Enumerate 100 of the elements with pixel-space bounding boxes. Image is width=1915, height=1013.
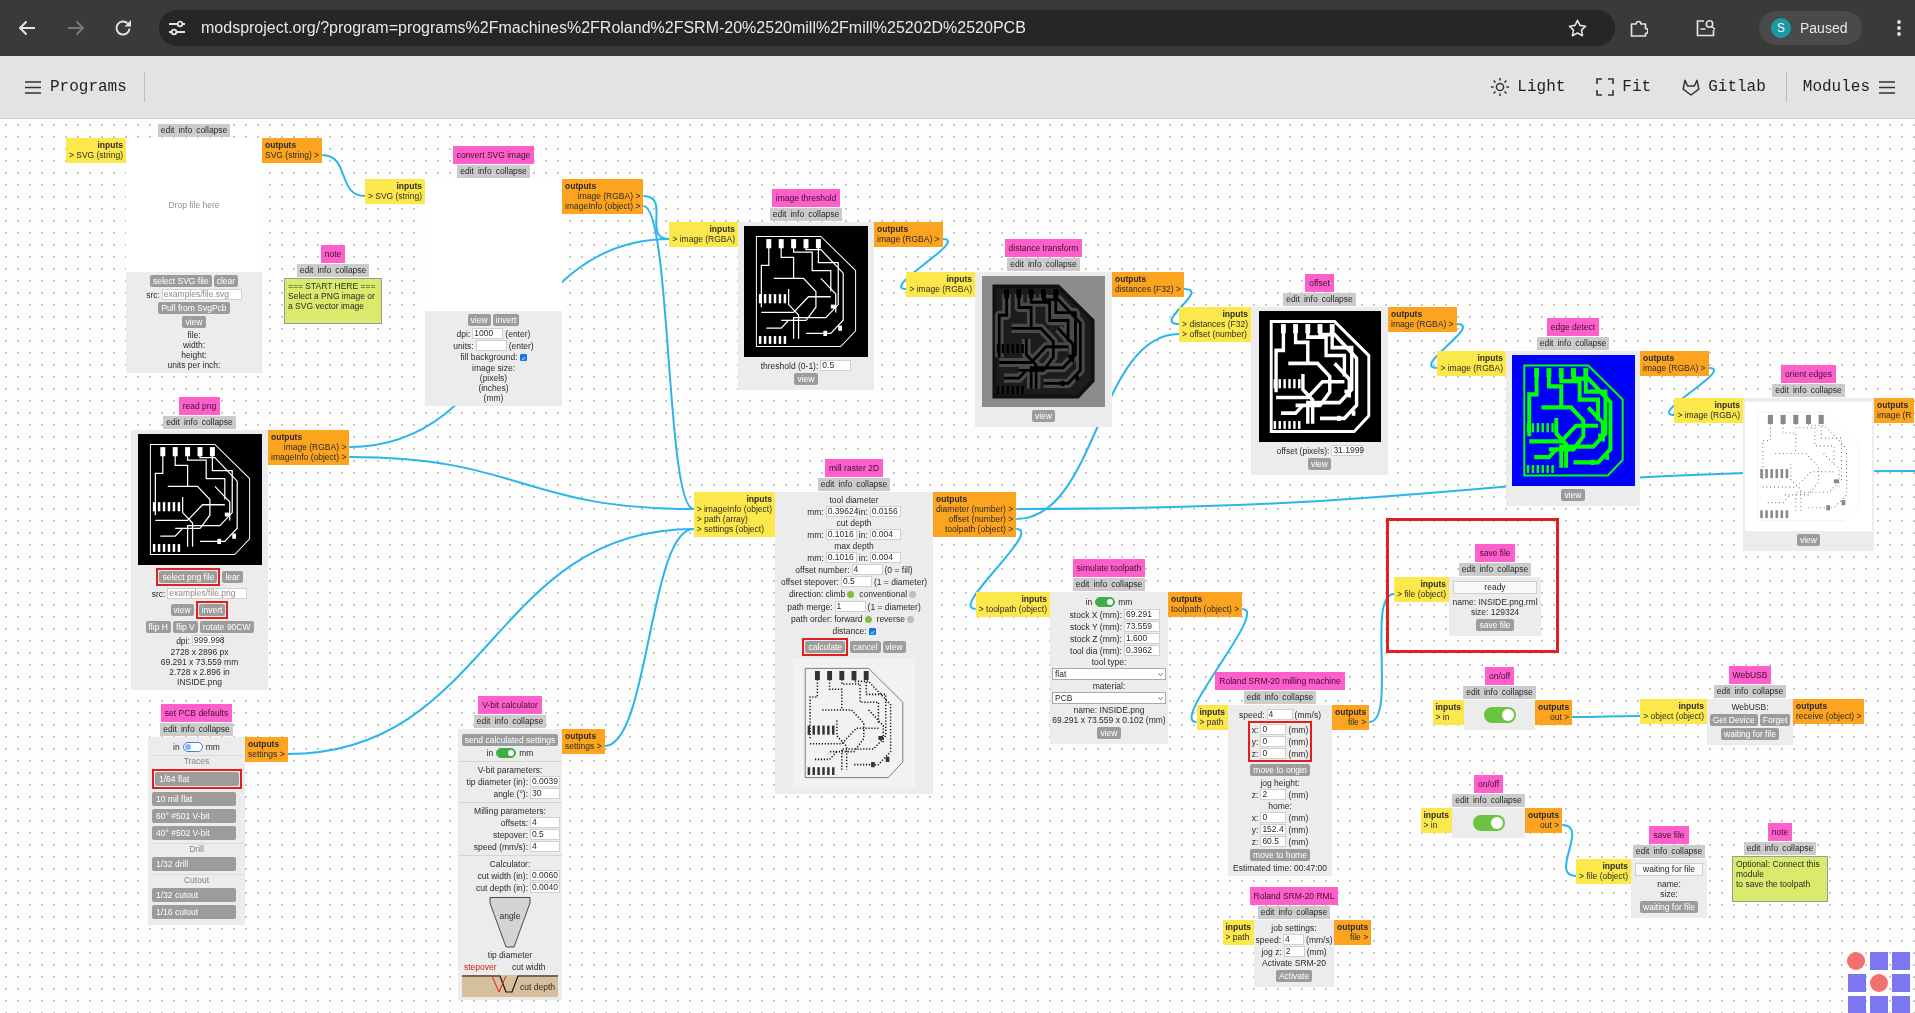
fox-head-icon[interactable]: [1682, 78, 1701, 96]
corner-brackets-icon[interactable]: [1596, 78, 1615, 96]
module-menu-link[interactable]: edit: [163, 723, 177, 736]
module-menu-link[interactable]: edit: [772, 208, 787, 221]
module-menu-link[interactable]: edit: [1539, 337, 1554, 350]
text-field[interactable]: 4: [1266, 709, 1293, 720]
module-menu-link[interactable]: collapse: [1810, 384, 1842, 397]
output-port[interactable]: distances (F32) >: [1115, 284, 1181, 294]
module-menu-link[interactable]: collapse: [196, 124, 228, 137]
text-field[interactable]: 0: [1260, 812, 1287, 823]
module-menu-link[interactable]: info: [1093, 578, 1108, 591]
gitlab-button[interactable]: Gitlab: [1682, 75, 1766, 99]
module-menu-link[interactable]: info: [317, 264, 332, 277]
output-port[interactable]: imageInfo (object) >: [271, 452, 347, 462]
text-field[interactable]: 0.5: [530, 829, 560, 840]
module-menu-link[interactable]: info: [1734, 685, 1749, 698]
select-field[interactable]: PCB: [1052, 692, 1166, 704]
text-field[interactable]: 4: [530, 841, 560, 852]
module-menu-link[interactable]: info: [1479, 563, 1494, 576]
output-port[interactable]: image (RGBA) >: [1643, 363, 1706, 373]
input-port[interactable]: > settings (object): [696, 524, 772, 534]
module-menu-link[interactable]: edit: [1466, 686, 1480, 699]
menu-icon[interactable]: [25, 80, 41, 94]
text-field[interactable]: 0.0039: [530, 776, 560, 787]
text-field[interactable]: 2: [1260, 789, 1287, 800]
input-port[interactable]: > in: [1435, 712, 1461, 722]
input-port[interactable]: > file (object): [1579, 871, 1628, 881]
text-field[interactable]: 30: [530, 788, 560, 799]
output-port[interactable]: offset (number) >: [936, 514, 1014, 524]
input-port[interactable]: > image (RGBA): [1677, 410, 1740, 420]
output-port[interactable]: file >: [1337, 932, 1369, 942]
module-menu-link[interactable]: collapse: [1282, 691, 1314, 704]
module-menu-link[interactable]: edit: [299, 264, 314, 277]
text-field[interactable]: 2: [1283, 946, 1305, 957]
module-menu-link[interactable]: edit: [1246, 691, 1261, 704]
input-port[interactable]: > SVG (string): [68, 150, 123, 160]
checkbox[interactable]: [519, 353, 527, 361]
module-menu-link[interactable]: collapse: [1752, 685, 1784, 698]
text-field[interactable]: 0.1016: [825, 529, 857, 540]
module-menu-link[interactable]: info: [1472, 794, 1487, 807]
module-menu-link[interactable]: collapse: [856, 478, 888, 491]
text-field[interactable]: 152.4: [1260, 824, 1287, 835]
module-menu-link[interactable]: info: [494, 715, 509, 728]
input-port[interactable]: > imageInfo (object): [696, 504, 772, 514]
input-port[interactable]: > SVG (string): [367, 191, 422, 201]
module-menu-link[interactable]: collapse: [495, 165, 527, 178]
module-menu-link[interactable]: edit: [1075, 578, 1090, 591]
reload-icon[interactable]: [114, 19, 132, 37]
output-port[interactable]: out >: [1538, 712, 1570, 722]
input-port[interactable]: > image (RGBA): [672, 234, 735, 244]
module-menu-link[interactable]: collapse: [1575, 337, 1607, 350]
output-port[interactable]: toolpath (object) >: [936, 524, 1014, 534]
star-icon[interactable]: [1568, 19, 1587, 37]
input-port[interactable]: > offset (number): [1182, 329, 1248, 339]
module-menu-link[interactable]: info: [1303, 293, 1318, 306]
text-field[interactable]: 1000: [472, 328, 504, 339]
module-menu-link[interactable]: info: [790, 208, 805, 221]
output-port[interactable]: imageInfo (object) >: [565, 201, 641, 211]
module-menu-link[interactable]: info: [477, 165, 492, 178]
module-menu-link[interactable]: info: [1278, 906, 1293, 919]
site-settings-icon[interactable]: [168, 20, 186, 36]
text-field[interactable]: 4: [1283, 934, 1305, 945]
module-menu-link[interactable]: edit: [160, 124, 175, 137]
toggle-switch[interactable]: [1472, 815, 1505, 831]
input-port[interactable]: > in: [1423, 820, 1449, 830]
radio-button[interactable]: [906, 615, 914, 623]
text-field[interactable]: 1: [834, 601, 866, 612]
radio-button[interactable]: [864, 615, 872, 623]
modules-menu-button[interactable]: Modules: [1802, 75, 1895, 99]
module-menu-link[interactable]: edit: [460, 165, 474, 178]
toggle-switch[interactable]: [182, 742, 203, 752]
module-menu-link[interactable]: info: [1483, 686, 1498, 699]
module-menu-link[interactable]: collapse: [1497, 563, 1529, 576]
module-menu-link[interactable]: edit: [1635, 845, 1650, 858]
output-port[interactable]: SVG (string) >: [265, 150, 320, 160]
output-port[interactable]: diameter (number) >: [936, 504, 1014, 514]
text-field[interactable]: examples/file.png: [167, 588, 248, 599]
note-textarea[interactable]: === START HERE === Select a PNG image or a SVG vector image: [284, 278, 382, 324]
text-field[interactable]: 999.998: [191, 635, 223, 646]
radio-button[interactable]: [909, 590, 917, 598]
checkbox[interactable]: [868, 627, 876, 635]
module-menu-link[interactable]: collapse: [335, 264, 367, 277]
text-field[interactable]: 31.1999: [1331, 445, 1363, 456]
note-textarea[interactable]: Optional: Connect this module to save the toolpath: [1732, 856, 1828, 902]
text-field[interactable]: 60.5: [1260, 836, 1287, 847]
module-menu-link[interactable]: collapse: [1045, 258, 1077, 271]
module-menu-link[interactable]: info: [183, 416, 198, 429]
text-field[interactable]: 0.3962: [1124, 645, 1160, 656]
profile-button[interactable]: S Paused: [1759, 11, 1862, 45]
drop-zone[interactable]: Drop file here: [126, 138, 262, 272]
text-field[interactable]: 4: [530, 817, 560, 828]
text-field[interactable]: 1.600: [1124, 633, 1160, 644]
module-menu-link[interactable]: collapse: [198, 723, 230, 736]
sun-icon[interactable]: [1491, 78, 1510, 96]
module-menu-link[interactable]: info: [1027, 258, 1042, 271]
text-field[interactable]: 69.291: [1124, 609, 1160, 620]
text-field[interactable]: [475, 340, 507, 351]
module-menu-link[interactable]: info: [178, 124, 193, 137]
more-menu-icon[interactable]: [1897, 20, 1901, 36]
module-menu-link[interactable]: collapse: [808, 208, 840, 221]
